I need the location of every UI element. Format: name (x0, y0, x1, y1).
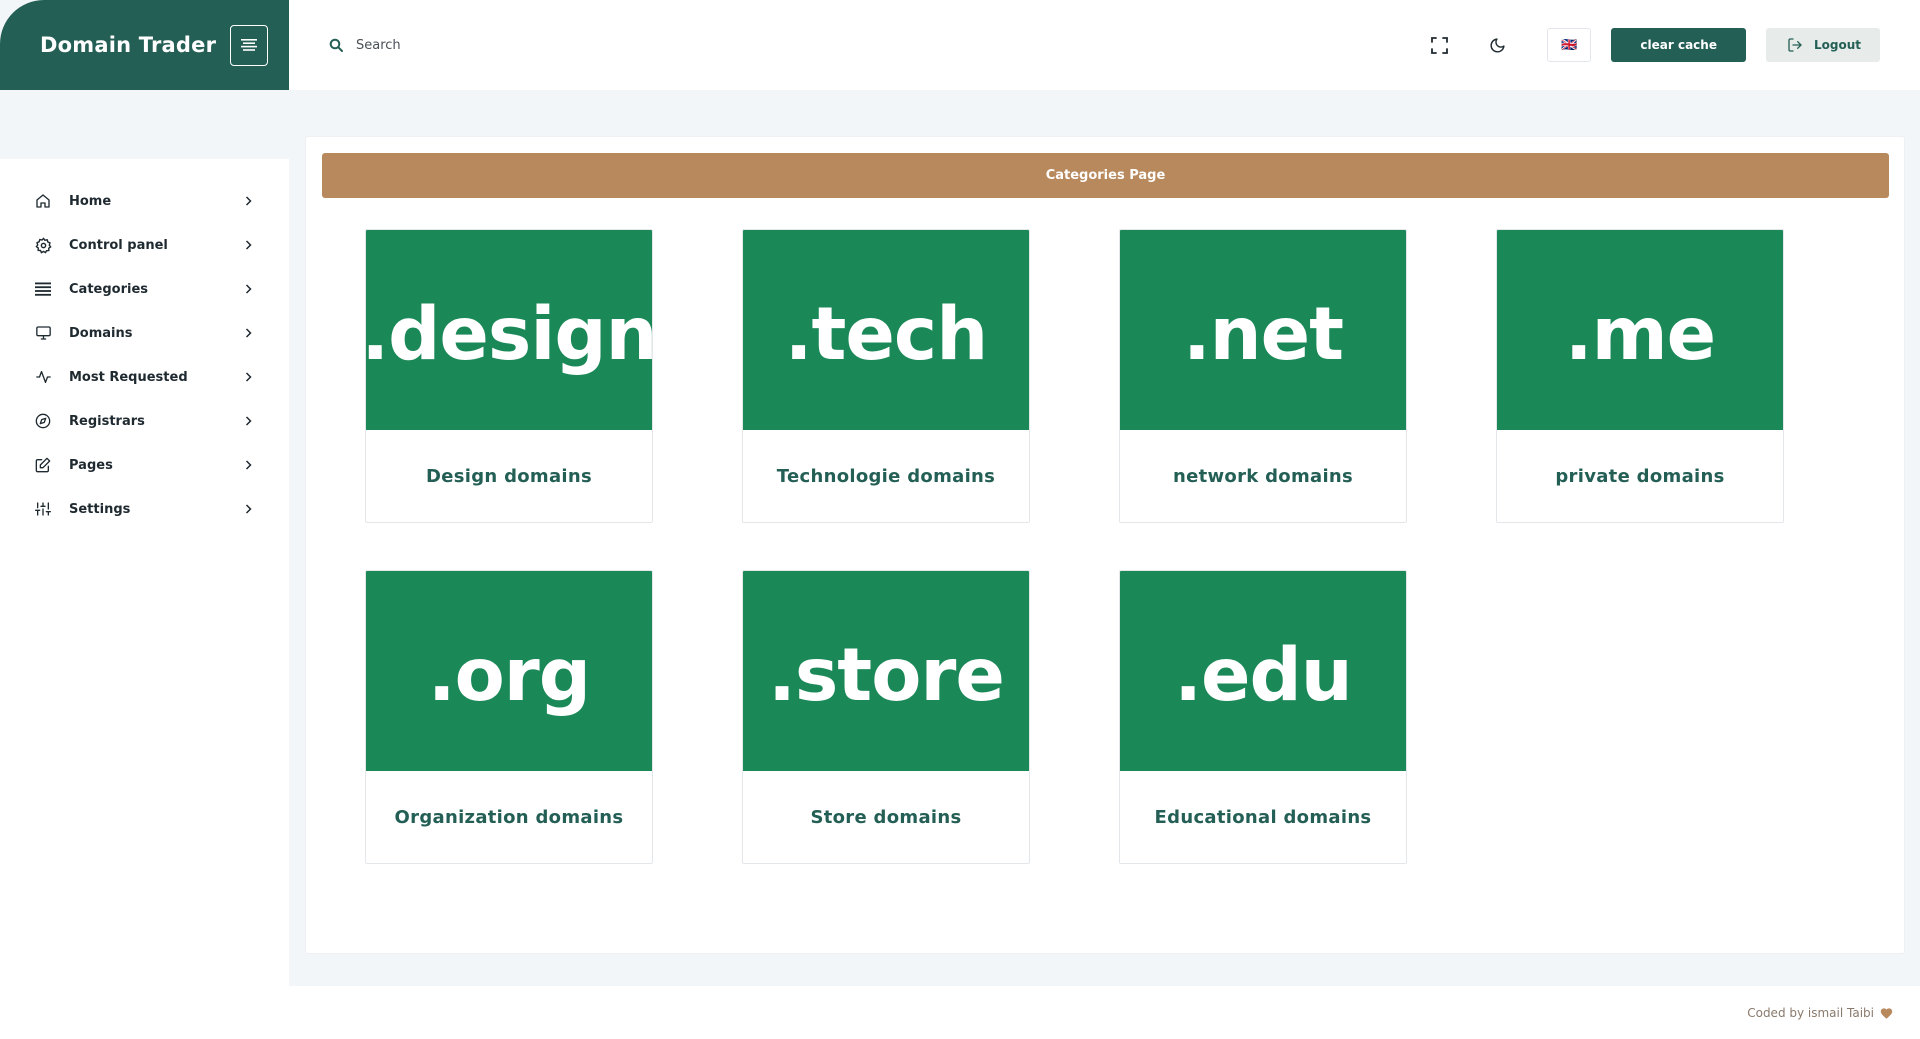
sidebar: Home Control panel Categories Domains Mo… (0, 159, 289, 1039)
category-card-org[interactable]: .org Organization domains (365, 570, 653, 864)
sidebar-item-label: Most Requested (69, 369, 188, 385)
category-extension: .edu (1174, 632, 1352, 718)
chevron-right-icon (245, 504, 255, 514)
fullscreen-button[interactable] (1417, 23, 1461, 67)
category-card-tech[interactable]: .tech Technologie domains (742, 229, 1030, 523)
category-name: Store domains (810, 806, 962, 828)
dark-mode-button[interactable] (1475, 23, 1519, 67)
category-card-me[interactable]: .me private domains (1496, 229, 1784, 523)
compass-icon (34, 412, 52, 430)
sidebar-item-control-panel[interactable]: Control panel (0, 223, 289, 267)
home-icon (34, 192, 52, 210)
category-card-design[interactable]: .design Design domains (365, 229, 653, 523)
sidebar-item-settings[interactable]: Settings (0, 487, 289, 531)
heart-icon (1880, 1007, 1893, 1019)
category-name: Technologie domains (776, 465, 996, 487)
gear-icon (34, 236, 52, 254)
sidebar-item-label: Control panel (69, 237, 168, 253)
header-actions: 🇬🇧 clear cache Logout (1417, 0, 1880, 90)
language-button[interactable]: 🇬🇧 (1547, 28, 1592, 62)
category-name: Design domains (425, 465, 593, 487)
sidebar-item-categories[interactable]: Categories (0, 267, 289, 311)
category-extension: .org (427, 632, 591, 718)
edit-icon (34, 456, 52, 474)
brand-title: Domain Trader (40, 33, 217, 57)
page-title: Categories Page (322, 153, 1889, 198)
category-tile: .tech (743, 230, 1029, 430)
footer-credit: Coded by ismail Taibi (1747, 1005, 1874, 1020)
uk-flag-icon: 🇬🇧 (1561, 37, 1578, 53)
sidebar-item-pages[interactable]: Pages (0, 443, 289, 487)
search-input[interactable] (356, 37, 656, 53)
category-name: Organization domains (394, 806, 624, 828)
chevron-right-icon (245, 372, 255, 382)
chevron-right-icon (245, 416, 255, 426)
monitor-icon (34, 324, 52, 342)
logout-label: Logout (1813, 38, 1861, 52)
chevron-right-icon (245, 240, 255, 250)
category-tile: .edu (1120, 571, 1406, 771)
category-tile: .org (366, 571, 652, 771)
fullscreen-icon (1431, 36, 1448, 54)
brand-bar: Domain Trader (0, 0, 289, 90)
top-header: 🇬🇧 clear cache Logout (289, 0, 1920, 90)
category-tile: .design (366, 230, 652, 430)
sidebar-item-domains[interactable]: Domains (0, 311, 289, 355)
category-extension: .store (768, 632, 1005, 718)
chevron-right-icon (245, 460, 255, 470)
logout-icon (1788, 38, 1802, 52)
sidebar-item-most-requested[interactable]: Most Requested (0, 355, 289, 399)
category-name: Educational domains (1154, 806, 1372, 828)
sidebar-item-label: Settings (69, 501, 131, 517)
sidebar-item-label: Domains (69, 325, 133, 341)
category-card-edu[interactable]: .edu Educational domains (1119, 570, 1407, 864)
sidebar-item-home[interactable]: Home (0, 179, 289, 223)
chevron-right-icon (245, 196, 255, 206)
activity-icon (34, 368, 52, 386)
sidebar-item-label: Pages (69, 457, 113, 473)
category-extension: .tech (784, 291, 988, 377)
category-extension: .me (1564, 291, 1716, 377)
category-card-net[interactable]: .net network domains (1119, 229, 1407, 523)
chevron-right-icon (245, 328, 255, 338)
footer: Coded by ismail Taibi (289, 986, 1920, 1039)
search-icon (329, 38, 343, 52)
chevron-right-icon (245, 284, 255, 294)
search-box (329, 37, 656, 53)
menu-toggle-button[interactable] (230, 24, 269, 66)
category-tile: .me (1497, 230, 1783, 430)
logout-button[interactable]: Logout (1765, 28, 1880, 62)
category-tile: .store (743, 571, 1029, 771)
sidebar-item-registrars[interactable]: Registrars (0, 399, 289, 443)
content-card: Categories Page .design Design domains .… (305, 136, 1905, 954)
category-extension: .net (1182, 291, 1344, 377)
moon-icon (1490, 37, 1505, 52)
category-name: network domains (1172, 465, 1354, 487)
category-extension: .design (365, 291, 653, 377)
sliders-icon (34, 500, 52, 518)
category-name: private domains (1555, 465, 1725, 487)
menu-icon (241, 39, 258, 51)
category-card-store[interactable]: .store Store domains (742, 570, 1030, 864)
category-tile: .net (1120, 230, 1406, 430)
category-grid: .design Design domains .tech Technologie… (365, 229, 1784, 864)
sidebar-item-label: Home (69, 193, 112, 209)
sidebar-item-label: Categories (69, 281, 149, 297)
clear-cache-button[interactable]: clear cache (1611, 28, 1746, 62)
sidebar-item-label: Registrars (69, 413, 145, 429)
list-icon (34, 280, 52, 298)
